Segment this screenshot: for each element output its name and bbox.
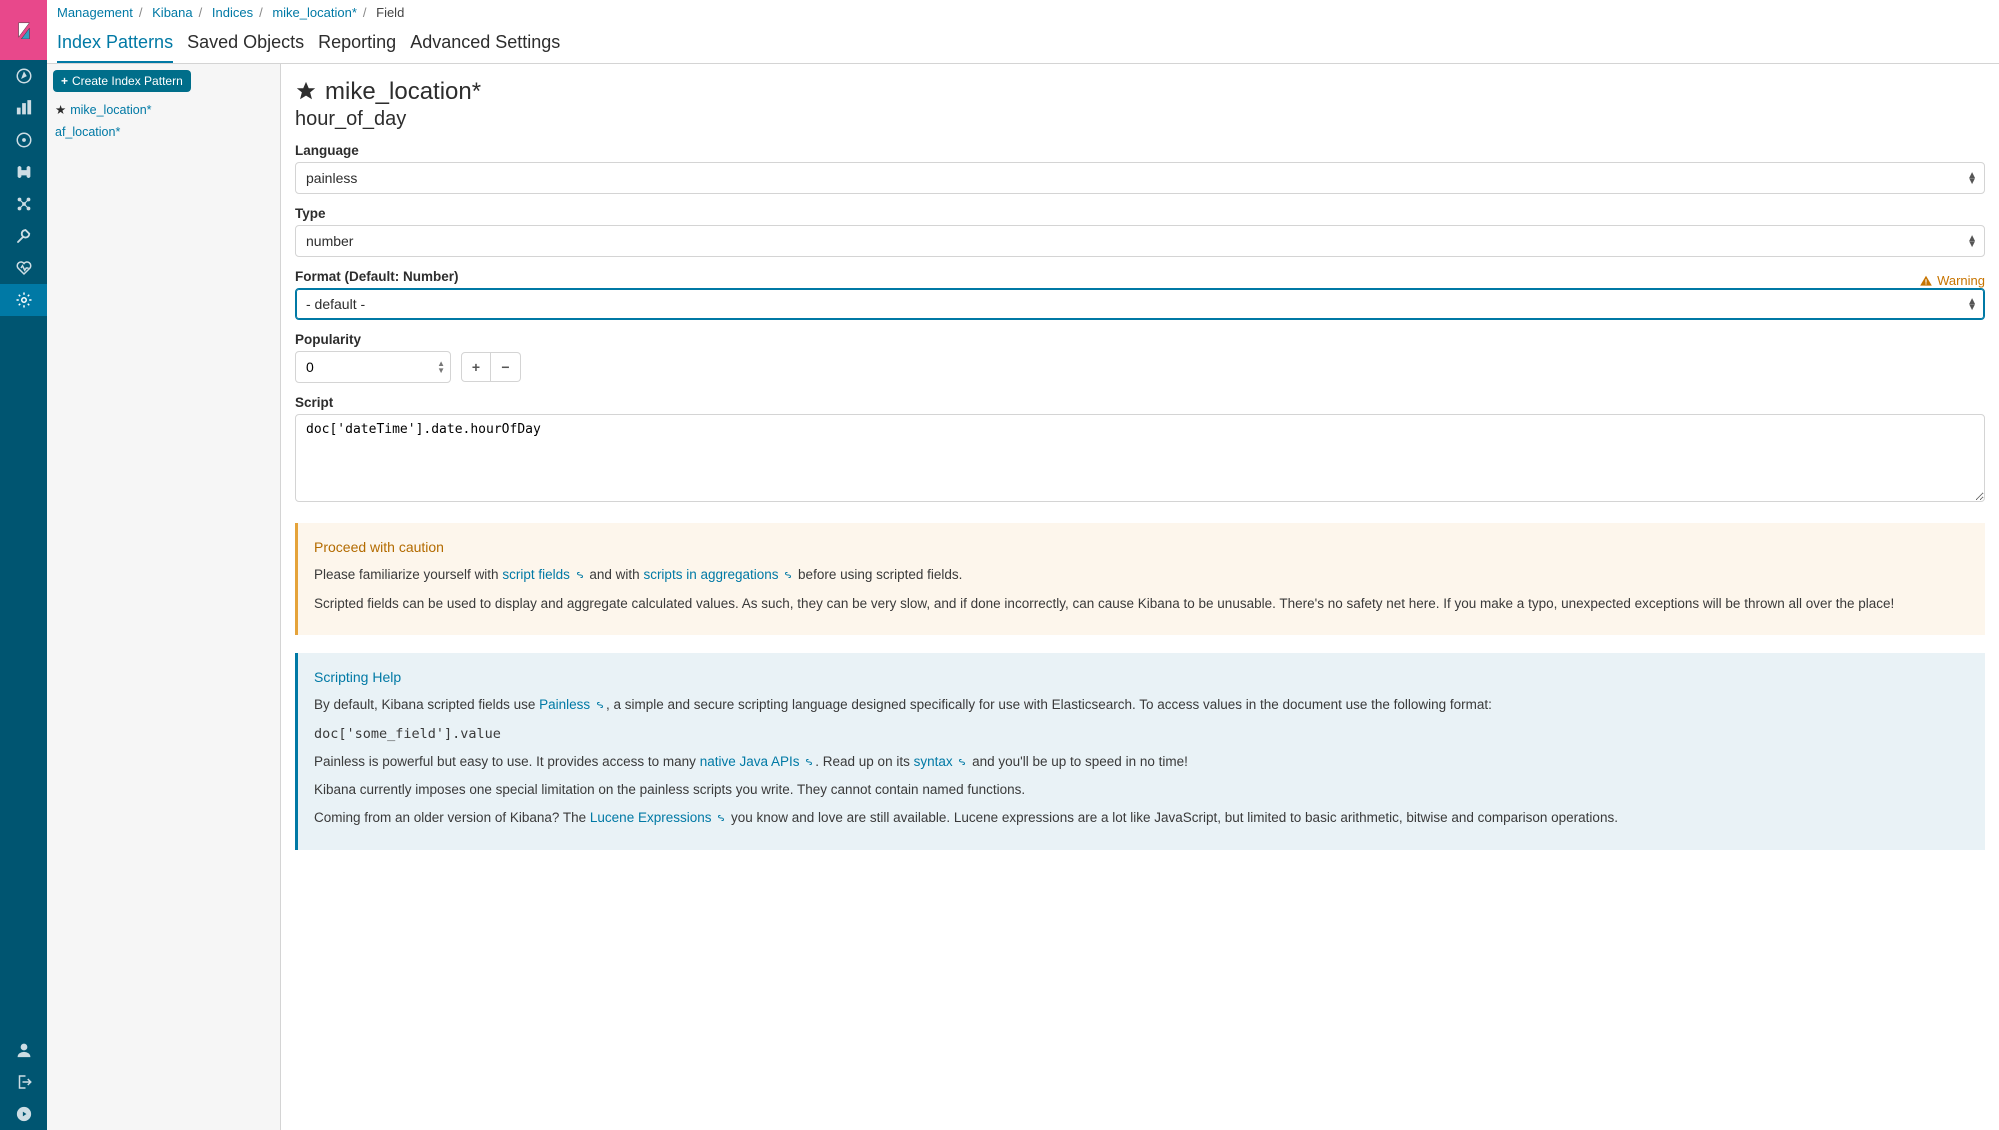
external-link-icon [782, 566, 794, 586]
format-group: Format (Default: Number) Warning - defau… [295, 269, 1985, 320]
nav-account[interactable] [0, 1034, 47, 1066]
external-link-icon [715, 809, 727, 829]
crumb-field: Field [376, 5, 404, 20]
link-script-fields[interactable]: script fields [502, 567, 585, 582]
create-index-pattern-button[interactable]: + Create Index Pattern [53, 70, 191, 92]
format-select[interactable]: - default - [295, 288, 1985, 320]
popularity-input[interactable] [295, 351, 451, 383]
help-callout: Scripting Help By default, Kibana script… [295, 653, 1985, 850]
index-pattern-list: ★ mike_location* af_location* [53, 98, 274, 143]
kibana-logo[interactable] [0, 0, 47, 60]
index-pattern-label: mike_location* [70, 103, 151, 117]
nav-monitoring[interactable] [0, 252, 47, 284]
script-group: Script doc['dateTime'].date.hourOfDay [295, 395, 1985, 505]
help-title: Scripting Help [314, 667, 1969, 687]
help-code-sample: doc['some_field'].value [314, 726, 501, 742]
popularity-decrement-button[interactable]: − [491, 352, 521, 382]
help-text: Painless is powerful but easy to use. It… [314, 754, 700, 769]
nav-management[interactable] [0, 284, 47, 316]
link-scripts-aggregations[interactable]: scripts in aggregations [643, 567, 794, 582]
plus-icon: + [61, 74, 68, 88]
pattern-title: mike_location* [325, 78, 481, 106]
caution-paragraph: Scripted fields can be used to display a… [314, 594, 1969, 614]
language-label: Language [295, 143, 1985, 158]
help-text: you know and love are still available. L… [727, 810, 1618, 825]
tab-advanced-settings[interactable]: Advanced Settings [410, 24, 560, 63]
external-link-icon [956, 753, 968, 773]
crumb-pattern[interactable]: mike_location* [272, 5, 357, 20]
nav-visualize[interactable] [0, 92, 47, 124]
breadcrumbs: Management/ Kibana/ Indices/ mike_locati… [47, 0, 1999, 20]
warning-icon [1919, 274, 1933, 288]
link-java-apis[interactable]: native Java APIs [700, 754, 816, 769]
star-icon: ★ [55, 102, 66, 117]
script-label: Script [295, 395, 1985, 410]
index-pattern-item[interactable]: af_location* [53, 121, 274, 143]
language-group: Language painless ▲▼ [295, 143, 1985, 194]
popularity-label: Popularity [295, 332, 1985, 347]
help-paragraph: Kibana currently imposes one special lim… [314, 780, 1969, 800]
crumb-indices[interactable]: Indices [212, 5, 253, 20]
nav-logout[interactable] [0, 1066, 47, 1098]
link-lucene[interactable]: Lucene Expressions [590, 810, 727, 825]
help-text: , a simple and secure scripting language… [606, 697, 1492, 712]
popularity-group: Popularity ▲▼ + − [295, 332, 1985, 383]
help-text: and you'll be up to speed in no time! [968, 754, 1187, 769]
help-text: Coming from an older version of Kibana? … [314, 810, 590, 825]
crumb-management[interactable]: Management [57, 5, 133, 20]
caution-title: Proceed with caution [314, 537, 1969, 557]
format-warning-text: Warning [1937, 273, 1985, 288]
external-link-icon [574, 566, 586, 586]
nav-ml[interactable] [0, 188, 47, 220]
field-name: hour_of_day [295, 108, 1985, 131]
tab-saved-objects[interactable]: Saved Objects [187, 24, 304, 63]
external-link-icon [594, 696, 606, 716]
format-warning-badge[interactable]: Warning [1919, 273, 1985, 288]
popularity-stepper-buttons: + − [461, 352, 521, 382]
pattern-sidebar: + Create Index Pattern ★ mike_location* … [47, 64, 281, 1130]
tab-bar: Index Patterns Saved Objects Reporting A… [47, 24, 1999, 64]
create-index-pattern-label: Create Index Pattern [72, 74, 183, 88]
nav-dashboard[interactable] [0, 124, 47, 156]
link-syntax[interactable]: syntax [914, 754, 969, 769]
type-label: Type [295, 206, 1985, 221]
nav-discover[interactable] [0, 60, 47, 92]
tab-index-patterns[interactable]: Index Patterns [57, 24, 173, 63]
crumb-kibana[interactable]: Kibana [152, 5, 192, 20]
index-pattern-label: af_location* [55, 125, 120, 139]
global-sidebar [0, 0, 47, 1130]
nav-collapse[interactable] [0, 1098, 47, 1130]
format-label: Format (Default: Number) [295, 269, 459, 284]
external-link-icon [803, 753, 815, 773]
popularity-increment-button[interactable]: + [461, 352, 491, 382]
link-painless[interactable]: Painless [539, 697, 606, 712]
script-textarea[interactable]: doc['dateTime'].date.hourOfDay [295, 414, 1985, 502]
star-icon [295, 80, 317, 105]
stepper-icon: ▲▼ [437, 360, 445, 374]
tab-reporting[interactable]: Reporting [318, 24, 396, 63]
type-select[interactable]: number [295, 225, 1985, 257]
help-text: By default, Kibana scripted fields use [314, 697, 539, 712]
content-pane: mike_location* hour_of_day Language pain… [281, 64, 1999, 1130]
nav-devtools[interactable] [0, 220, 47, 252]
caution-text: before using scripted fields. [798, 567, 962, 582]
language-select[interactable]: painless [295, 162, 1985, 194]
nav-timelion[interactable] [0, 156, 47, 188]
main-area: Management/ Kibana/ Indices/ mike_locati… [47, 0, 1999, 1130]
help-text: . Read up on its [815, 754, 913, 769]
type-group: Type number ▲▼ [295, 206, 1985, 257]
caution-text: and with [589, 567, 643, 582]
index-pattern-item[interactable]: ★ mike_location* [53, 98, 274, 121]
caution-callout: Proceed with caution Please familiarize … [295, 523, 1985, 635]
caution-text: Please familiarize yourself with [314, 567, 502, 582]
